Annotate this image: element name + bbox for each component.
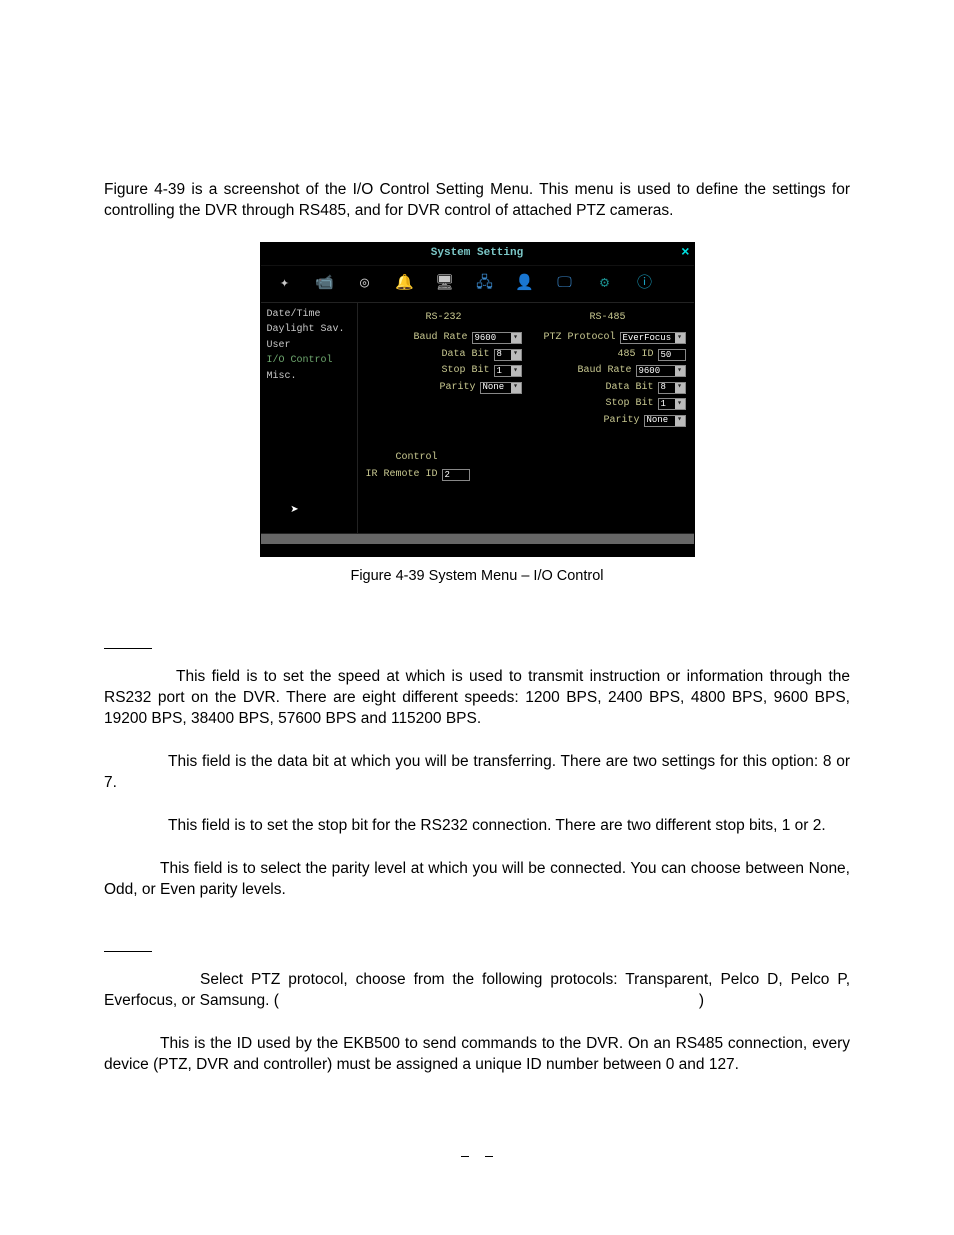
chevron-down-icon: ▾ [511,333,521,343]
rs232-stopbit-label: Stop Bit [441,364,489,378]
main-panel: RS-232 Baud Rate 9600▾ Data Bit 8▾ Stop … [358,303,694,533]
close-icon[interactable]: × [681,246,689,260]
chevron-down-icon: ▾ [675,416,685,426]
rs232-baud-label: Baud Rate [413,331,467,345]
rs485-parity-label: Parity [603,414,639,428]
ir-remote-input[interactable]: 2 [442,469,470,481]
rs485-id-label: 485 ID [617,348,653,362]
chevron-down-icon: ▾ [675,399,685,409]
rs232-parity-select[interactable]: None▾ [480,382,522,394]
chevron-down-icon: ▾ [675,383,685,393]
chevron-down-icon: ▾ [511,350,521,360]
rs485-title: RS-485 [530,309,686,329]
network-icon[interactable]: 🖧 [475,274,495,294]
cursor-icon: ➤ [291,502,299,521]
intro-paragraph: Figure 4-39 is a screenshot of the I/O C… [104,180,850,222]
screenshot-system-setting: System Setting × ✦ 📹 ◎ 🔔 🖥 🖧 👤 🖵 ⚙ ⓘ Dat… [260,242,695,557]
rs485-baud-select[interactable]: 9600▾ [636,365,686,377]
monitor-sm-icon[interactable]: 🖥 [435,274,455,294]
rs485-databit-select[interactable]: 8▾ [658,382,686,394]
page-number: 83 [0,1146,954,1165]
rs232-column: RS-232 Baud Rate 9600▾ Data Bit 8▾ Stop … [366,309,522,428]
parity-description: This field is to select the parity level… [104,859,850,901]
display-icon[interactable]: 🖵 [555,274,575,294]
chevron-down-icon: ▾ [675,333,685,343]
figure-caption: Figure 4-39 System Menu – I/O Control [104,567,850,587]
rs485-databit-label: Data Bit [605,381,653,395]
chevron-down-icon: ▾ [511,366,521,376]
ptz-protocol-description: Select PTZ protocol, choose from the fol… [104,970,850,1012]
id485-description: This is the ID used by the EKB500 to sen… [104,1034,850,1076]
window-title: System Setting [431,246,523,261]
rs485-stopbit-label: Stop Bit [605,397,653,411]
camera-icon[interactable]: 📹 [315,274,335,294]
rs485-ptz-label: PTZ Protocol [543,331,615,345]
sparkle-icon[interactable]: ✦ [275,274,295,294]
rs485-ptz-select[interactable]: EverFocus▾ [620,332,686,344]
rs232-databit-label: Data Bit [441,348,489,362]
rs485-baud-label: Baud Rate [577,364,631,378]
sidebar-item-misc[interactable]: Misc. [265,369,353,385]
rs485-id-input[interactable]: 50 [658,349,686,361]
info-icon[interactable]: ⓘ [635,274,655,294]
horizontal-scrollbar[interactable] [261,534,694,544]
stop-bit-description: This field is to set the stop bit for th… [104,816,850,837]
sidebar: Date/Time Daylight Sav. User I/O Control… [261,303,358,533]
window-titlebar: System Setting × [261,243,694,266]
gear-icon[interactable]: ⚙ [595,274,615,294]
sidebar-item-daylight[interactable]: Daylight Sav. [265,322,353,338]
data-bit-description: This field is the data bit at which you … [104,752,850,794]
rs485-parity-select[interactable]: None▾ [644,415,686,427]
rs485-column: RS-485 PTZ Protocol EverFocus▾ 485 ID 50… [530,309,686,428]
rs232-databit-select[interactable]: 8▾ [494,349,522,361]
bell-icon[interactable]: 🔔 [395,274,415,294]
ir-remote-label: IR Remote ID [366,468,438,482]
record-icon[interactable]: ◎ [355,274,375,294]
user-icon[interactable]: 👤 [515,274,535,294]
control-section: Control IR Remote ID 2 [366,451,686,481]
chevron-down-icon: ▾ [675,366,685,376]
toolbar: ✦ 📹 ◎ 🔔 🖥 🖧 👤 🖵 ⚙ ⓘ [261,266,694,303]
control-title: Control [366,451,686,465]
rs485-stopbit-select[interactable]: 1▾ [658,398,686,410]
rs232-baud-select[interactable]: 9600▾ [472,332,522,344]
rs232-parity-label: Parity [439,381,475,395]
rs232-stopbit-select[interactable]: 1▾ [494,365,522,377]
sidebar-item-user[interactable]: User [265,338,353,354]
sidebar-item-datetime[interactable]: Date/Time [265,307,353,323]
baud-rate-description: This field is to set the speed at which … [104,667,850,730]
chevron-down-icon: ▾ [511,383,521,393]
rs232-title: RS-232 [366,309,522,329]
window-bevel [261,544,694,556]
sidebar-item-iocontrol[interactable]: I/O Control [265,353,353,369]
